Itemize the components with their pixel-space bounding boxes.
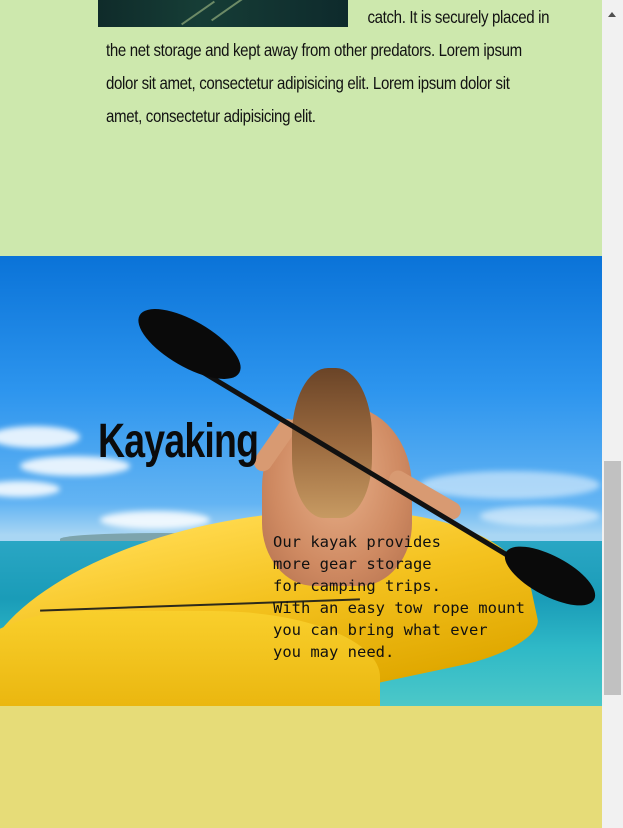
- page: catch. It is securely placed in the net …: [0, 0, 602, 828]
- text-line: dolor sit amet, consectetur adipisicing …: [106, 73, 510, 93]
- fishing-section: catch. It is securely placed in the net …: [0, 0, 602, 256]
- cloud: [420, 471, 600, 499]
- scroll-up-arrow-icon[interactable]: [602, 0, 623, 30]
- text-line: amet, consectetur adipisicing elit.: [106, 106, 316, 126]
- cloud: [100, 511, 210, 529]
- description-line: for camping trips.: [273, 577, 441, 595]
- text-line: catch. It is securely placed in: [367, 7, 550, 27]
- next-section: [0, 706, 602, 828]
- description-line: you may need.: [273, 643, 395, 661]
- kayaking-section: Kayaking Our kayak provides more gear sto…: [0, 256, 602, 706]
- paddle-blade: [128, 295, 251, 393]
- description-line: more gear storage: [273, 555, 432, 573]
- description-line: Our kayak provides: [273, 533, 441, 551]
- fishing-description: catch. It is securely placed in the net …: [106, 1, 550, 133]
- text-line: the net storage and kept away from other…: [106, 40, 522, 60]
- vertical-scrollbar[interactable]: [602, 0, 623, 828]
- cloud: [480, 506, 600, 526]
- paddler-hair: [292, 368, 372, 518]
- description-line: you can bring what ever: [273, 621, 488, 639]
- scrollbar-thumb[interactable]: [604, 461, 621, 695]
- cloud: [0, 426, 80, 448]
- description-line: With an easy tow rope mount: [273, 599, 525, 617]
- cloud: [0, 481, 60, 497]
- section-title: Kayaking: [98, 415, 259, 468]
- kayak-description: Our kayak provides more gear storage for c…: [273, 531, 573, 663]
